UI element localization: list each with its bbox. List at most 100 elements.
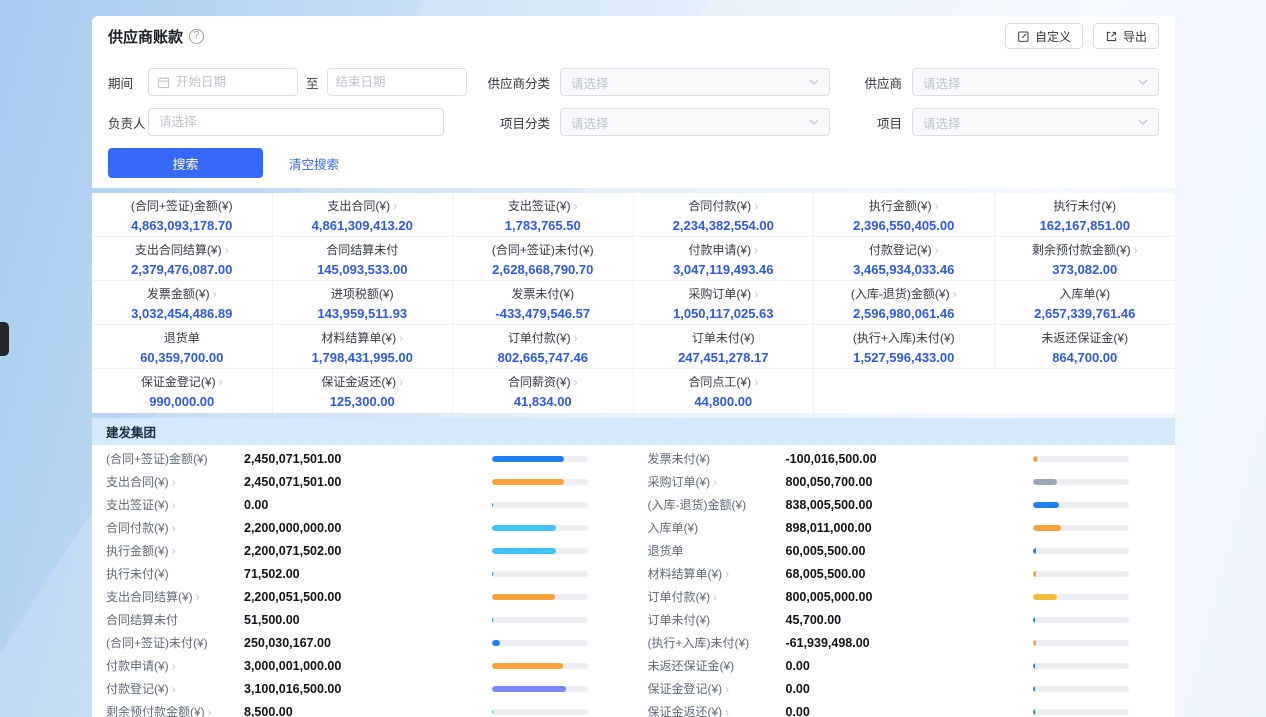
- supplier-select[interactable]: 请选择: [912, 68, 1159, 96]
- progress-track: [492, 709, 588, 715]
- chevron-right-icon: ›: [172, 498, 176, 512]
- stat-cell[interactable]: 保证金登记(¥)› 990,000.00: [92, 369, 273, 413]
- stat-label: 合同付款(¥)›: [634, 198, 814, 215]
- stat-cell[interactable]: 保证金返还(¥)› 125,300.00: [273, 369, 454, 413]
- detail-row[interactable]: 保证金登记(¥)› 0.00: [634, 677, 1176, 700]
- progress-fill: [1033, 617, 1035, 623]
- project-select[interactable]: 请选择: [912, 108, 1159, 136]
- detail-row-value: 800,005,000.00: [786, 590, 1034, 604]
- project-category-select[interactable]: 请选择: [560, 108, 830, 136]
- chevron-right-icon: ›: [1134, 243, 1138, 257]
- progress-fill: [492, 502, 494, 508]
- stat-cell[interactable]: 未返还保证金(¥)› 864,700.00: [995, 325, 1176, 369]
- stat-cell[interactable]: 支出合同(¥)› 4,861,309,413.20: [273, 193, 454, 237]
- detail-row[interactable]: 退货单› 60,005,500.00: [634, 539, 1176, 562]
- stat-cell[interactable]: (执行+入库)未付(¥)› 1,527,596,433.00: [814, 325, 995, 369]
- stat-cell[interactable]: 发票未付(¥)› -433,479,546.57: [453, 281, 634, 325]
- stat-cell[interactable]: 合同薪资(¥)› 41,834.00: [453, 369, 634, 413]
- stat-cell[interactable]: 订单付款(¥)› 802,665,747.46: [453, 325, 634, 369]
- export-icon: [1105, 30, 1118, 43]
- stat-cell[interactable]: 入库单(¥)› 2,657,339,761.46: [995, 281, 1176, 325]
- start-date-field[interactable]: [176, 75, 276, 89]
- detail-row-value: 2,200,071,502.00: [244, 544, 492, 558]
- detail-row[interactable]: 订单付款(¥)› 800,005,000.00: [634, 585, 1176, 608]
- period-label: 期间: [108, 73, 148, 92]
- stat-value: 1,783,765.50: [453, 217, 633, 234]
- detail-row[interactable]: (入库-退货)金额(¥)› 838,005,500.00: [634, 493, 1176, 516]
- owner-input[interactable]: [148, 108, 444, 136]
- detail-row[interactable]: 执行金额(¥)› 2,200,071,502.00: [92, 539, 634, 562]
- stat-cell[interactable]: 订单未付(¥)› 247,451,278.17: [634, 325, 815, 369]
- stat-value: 373,082.00: [995, 261, 1176, 278]
- detail-row[interactable]: 入库单(¥)› 898,011,000.00: [634, 516, 1176, 539]
- supplier-accounts-panel: 供应商账款 ? 自定义 导出 期间 至: [92, 16, 1175, 717]
- stat-cell[interactable]: 付款申请(¥)› 3,047,119,493.46: [634, 237, 815, 281]
- stat-cell[interactable]: (入库-退货)金额(¥)› 2,596,980,061.46: [814, 281, 995, 325]
- help-icon[interactable]: ?: [189, 29, 204, 44]
- detail-row[interactable]: 订单未付(¥)› 45,700.00: [634, 608, 1176, 631]
- detail-row[interactable]: 付款申请(¥)› 3,000,001,000.00: [92, 654, 634, 677]
- stat-cell[interactable]: 支出合同结算(¥)› 2,379,476,087.00: [92, 237, 273, 281]
- progress-fill: [492, 640, 501, 646]
- progress-track: [492, 502, 588, 508]
- stat-cell[interactable]: 付款登记(¥)› 3,465,934,033.46: [814, 237, 995, 281]
- stat-cell[interactable]: 采购订单(¥)› 1,050,117,025.63: [634, 281, 815, 325]
- stat-value: 2,657,339,761.46: [995, 305, 1176, 322]
- progress-track: [1033, 456, 1129, 462]
- end-date-input[interactable]: [327, 68, 467, 96]
- detail-row[interactable]: 合同付款(¥)› 2,200,000,000.00: [92, 516, 634, 539]
- stat-cell[interactable]: 材料结算单(¥)› 1,798,431,995.00: [273, 325, 454, 369]
- stat-cell[interactable]: 合同结算未付› 145,093,533.00: [273, 237, 454, 281]
- stat-cell[interactable]: 发票金额(¥)› 3,032,454,486.89: [92, 281, 273, 325]
- stat-cell[interactable]: 执行未付(¥)› 162,167,851.00: [995, 193, 1176, 237]
- stat-value: 125,300.00: [273, 393, 453, 410]
- customize-button[interactable]: 自定义: [1005, 23, 1083, 49]
- chevron-right-icon: ›: [196, 590, 200, 604]
- detail-row[interactable]: 执行未付(¥)› 71,502.00: [92, 562, 634, 585]
- stat-cell[interactable]: 合同付款(¥)› 2,234,382,554.00: [634, 193, 815, 237]
- progress-fill: [1033, 709, 1035, 715]
- chevron-right-icon: ›: [935, 199, 939, 213]
- stat-cell[interactable]: 支出签证(¥)› 1,783,765.50: [453, 193, 634, 237]
- detail-row[interactable]: 保证金返还(¥)› 0.00: [634, 700, 1176, 717]
- stat-label: 支出合同(¥)›: [273, 198, 453, 215]
- detail-row[interactable]: 支出合同结算(¥)› 2,200,051,500.00: [92, 585, 634, 608]
- chevron-right-icon: ›: [754, 287, 758, 301]
- start-date-input[interactable]: [148, 68, 298, 96]
- progress-track: [1033, 525, 1129, 531]
- chevron-right-icon: ›: [225, 243, 229, 257]
- project-label: 项目: [830, 113, 912, 132]
- detail-row[interactable]: 发票未付(¥)› -100,016,500.00: [634, 447, 1176, 470]
- stat-label: 执行未付(¥)›: [995, 198, 1176, 215]
- detail-row[interactable]: 材料结算单(¥)› 68,005,500.00: [634, 562, 1176, 585]
- export-button[interactable]: 导出: [1093, 23, 1159, 49]
- detail-row[interactable]: 合同结算未付› 51,500.00: [92, 608, 634, 631]
- stat-label: 执行金额(¥)›: [814, 198, 994, 215]
- detail-row[interactable]: 付款登记(¥)› 3,100,016,500.00: [92, 677, 634, 700]
- stat-label: 订单未付(¥)›: [634, 330, 814, 347]
- detail-row-value: 0.00: [244, 498, 492, 512]
- stat-cell[interactable]: 退货单› 60,359,700.00: [92, 325, 273, 369]
- stat-cell[interactable]: (合同+签证)金额(¥)› 4,863,093,178.70: [92, 193, 273, 237]
- detail-row[interactable]: 支出合同(¥)› 2,450,071,501.00: [92, 470, 634, 493]
- detail-row[interactable]: 采购订单(¥)› 800,050,700.00: [634, 470, 1176, 493]
- detail-row[interactable]: (合同+签证)未付(¥)› 250,030,167.00: [92, 631, 634, 654]
- stat-cell[interactable]: 合同点工(¥)› 44,800.00: [634, 369, 815, 413]
- stat-cell[interactable]: 剩余预付款金额(¥)› 373,082.00: [995, 237, 1176, 281]
- progress-track: [1033, 640, 1129, 646]
- supplier-category-select[interactable]: 请选择: [560, 68, 830, 96]
- stat-cell[interactable]: (合同+签证)未付(¥)› 2,628,668,790.70: [453, 237, 634, 281]
- detail-row[interactable]: (执行+入库)未付(¥)› -61,939,498.00: [634, 631, 1176, 654]
- detail-row[interactable]: (合同+签证)金额(¥)› 2,450,071,501.00: [92, 447, 634, 470]
- stat-cell[interactable]: 执行金额(¥)› 2,396,550,405.00: [814, 193, 995, 237]
- detail-row[interactable]: 支出签证(¥)› 0.00: [92, 493, 634, 516]
- chevron-right-icon: ›: [754, 243, 758, 257]
- side-drawer-handle[interactable]: [0, 322, 9, 356]
- end-date-field[interactable]: [336, 75, 436, 89]
- detail-row-value: 51,500.00: [244, 613, 492, 627]
- stat-cell[interactable]: 进项税额(¥)› 143,959,511.93: [273, 281, 454, 325]
- search-button[interactable]: 搜索: [108, 148, 263, 178]
- detail-row[interactable]: 未返还保证金(¥)› 0.00: [634, 654, 1176, 677]
- detail-row[interactable]: 剩余预付款金额(¥)› 8,500.00: [92, 700, 634, 717]
- clear-search-link[interactable]: 清空搜索: [289, 154, 339, 173]
